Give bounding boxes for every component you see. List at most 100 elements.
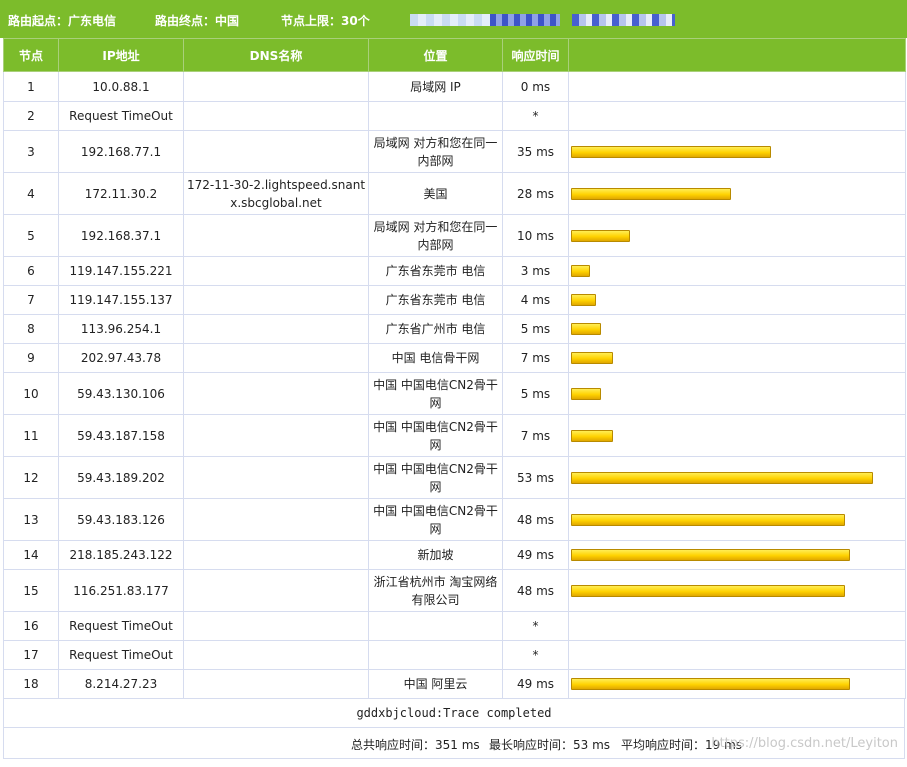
- table-row: 10 59.43.130.106 中国 中国电信CN2骨干网 5 ms: [3, 372, 906, 415]
- dns-cell: [183, 130, 369, 173]
- location-cell: 局域网 对方和您在同一内部网: [368, 130, 503, 173]
- total-time: 总共响应时间：351 ms: [351, 738, 480, 752]
- trace-table: 节点 IP地址 DNS名称 位置 响应时间 1 10.0.88.1 局域网 IP 0 …: [3, 38, 906, 699]
- trace-status: gddxbjcloud:Trace completed: [3, 699, 905, 728]
- ip-cell: Request TimeOut: [58, 640, 184, 670]
- location-cell: 广东省东莞市 电信: [368, 285, 503, 315]
- ip-cell: 218.185.243.122: [58, 540, 184, 570]
- response-bar-cell: [568, 256, 906, 286]
- location-cell: [368, 640, 503, 670]
- time-cell: 0 ms: [502, 71, 569, 102]
- table-row: 17 Request TimeOut *: [3, 640, 906, 670]
- hop-cell: 10: [3, 372, 59, 415]
- trace-results: 节点 IP地址 DNS名称 位置 响应时间 1 10.0.88.1 局域网 IP 0 …: [3, 38, 906, 759]
- table-row: 6 119.147.155.221 广东省东莞市 电信 3 ms: [3, 256, 906, 286]
- hop-cell: 18: [3, 669, 59, 699]
- response-bar-cell: [568, 540, 906, 570]
- location-cell: 中国 中国电信CN2骨干网: [368, 372, 503, 415]
- time-cell: 53 ms: [502, 456, 569, 499]
- col-dns: DNS名称: [183, 38, 369, 72]
- response-bar: [571, 145, 771, 158]
- dns-cell: [183, 456, 369, 499]
- ip-cell: 119.147.155.137: [58, 285, 184, 315]
- dns-cell: [183, 540, 369, 570]
- ip-cell: 59.43.187.158: [58, 414, 184, 457]
- hop-cell: 8: [3, 314, 59, 344]
- time-cell: 28 ms: [502, 172, 569, 215]
- ip-cell: 202.97.43.78: [58, 343, 184, 373]
- dns-cell: [183, 611, 369, 641]
- response-bar-cell: [568, 343, 906, 373]
- trace-summary-bar: 路由起点：广东电信 路由终点：中国 节点上限：30个: [0, 0, 907, 38]
- blurred-region: [490, 14, 560, 26]
- time-cell: 4 ms: [502, 285, 569, 315]
- col-hop: 节点: [3, 38, 59, 72]
- table-row: 11 59.43.187.158 中国 中国电信CN2骨干网 7 ms: [3, 414, 906, 457]
- response-bar: [571, 471, 873, 484]
- time-cell: 49 ms: [502, 669, 569, 699]
- dns-cell: [183, 71, 369, 102]
- ip-cell: 113.96.254.1: [58, 314, 184, 344]
- time-cell: 48 ms: [502, 569, 569, 612]
- col-location: 位置: [368, 38, 503, 72]
- response-bar-cell: [568, 314, 906, 344]
- hop-cell: 5: [3, 214, 59, 257]
- hop-limit: 节点上限：30个: [281, 14, 370, 28]
- ip-cell: 192.168.77.1: [58, 130, 184, 173]
- hop-cell: 7: [3, 285, 59, 315]
- blurred-region: [410, 14, 490, 26]
- ip-cell: 119.147.155.221: [58, 256, 184, 286]
- location-cell: [368, 101, 503, 131]
- dns-cell: [183, 569, 369, 612]
- time-cell: 5 ms: [502, 314, 569, 344]
- hop-cell: 12: [3, 456, 59, 499]
- response-bar: [571, 229, 630, 242]
- table-row: 9 202.97.43.78 中国 电信骨干网 7 ms: [3, 343, 906, 373]
- response-bar: [571, 549, 850, 561]
- response-bar-cell: [568, 498, 906, 541]
- response-bar: [571, 265, 590, 277]
- response-bar-cell: [568, 71, 906, 102]
- hop-cell: 15: [3, 569, 59, 612]
- table-row: 4 172.11.30.2 172-11-30-2.lightspeed.snant…: [3, 172, 906, 215]
- watermark: https://blog.csdn.net/Leyiton: [711, 736, 898, 751]
- response-bar-cell: [568, 101, 906, 131]
- hop-cell: 16: [3, 611, 59, 641]
- dns-cell: [183, 101, 369, 131]
- ip-cell: 59.43.189.202: [58, 456, 184, 499]
- response-bar: [571, 678, 850, 690]
- dns-cell: [183, 414, 369, 457]
- location-cell: 中国 阿里云: [368, 669, 503, 699]
- col-response-time: 响应时间: [502, 38, 569, 72]
- response-bar: [571, 429, 613, 442]
- ip-cell: 8.214.27.23: [58, 669, 184, 699]
- response-bar-cell: [568, 214, 906, 257]
- dns-cell: [183, 640, 369, 670]
- response-bar: [571, 513, 845, 526]
- ip-cell: 59.43.130.106: [58, 372, 184, 415]
- dns-cell: [183, 372, 369, 415]
- table-row: 12 59.43.189.202 中国 中国电信CN2骨干网 53 ms: [3, 456, 906, 499]
- ip-cell: Request TimeOut: [58, 611, 184, 641]
- time-cell: 7 ms: [502, 343, 569, 373]
- table-row: 2 Request TimeOut *: [3, 101, 906, 131]
- table-row: 8 113.96.254.1 广东省广州市 电信 5 ms: [3, 314, 906, 344]
- hop-cell: 9: [3, 343, 59, 373]
- location-cell: 中国 中国电信CN2骨干网: [368, 498, 503, 541]
- response-bar-cell: [568, 611, 906, 641]
- hop-cell: 11: [3, 414, 59, 457]
- dns-cell: [183, 343, 369, 373]
- route-end: 路由终点：中国: [155, 14, 240, 28]
- max-time: 最长响应时间：53 ms: [489, 738, 611, 752]
- response-bar-cell: [568, 172, 906, 215]
- time-cell: 5 ms: [502, 372, 569, 415]
- time-cell: 10 ms: [502, 214, 569, 257]
- col-bar: [568, 38, 906, 72]
- response-bar: [571, 352, 613, 364]
- response-bar: [571, 323, 601, 335]
- response-bar-cell: [568, 569, 906, 612]
- hop-cell: 4: [3, 172, 59, 215]
- ip-cell: 10.0.88.1: [58, 71, 184, 102]
- table-row: 1 10.0.88.1 局域网 IP 0 ms: [3, 71, 906, 102]
- time-cell: *: [502, 640, 569, 670]
